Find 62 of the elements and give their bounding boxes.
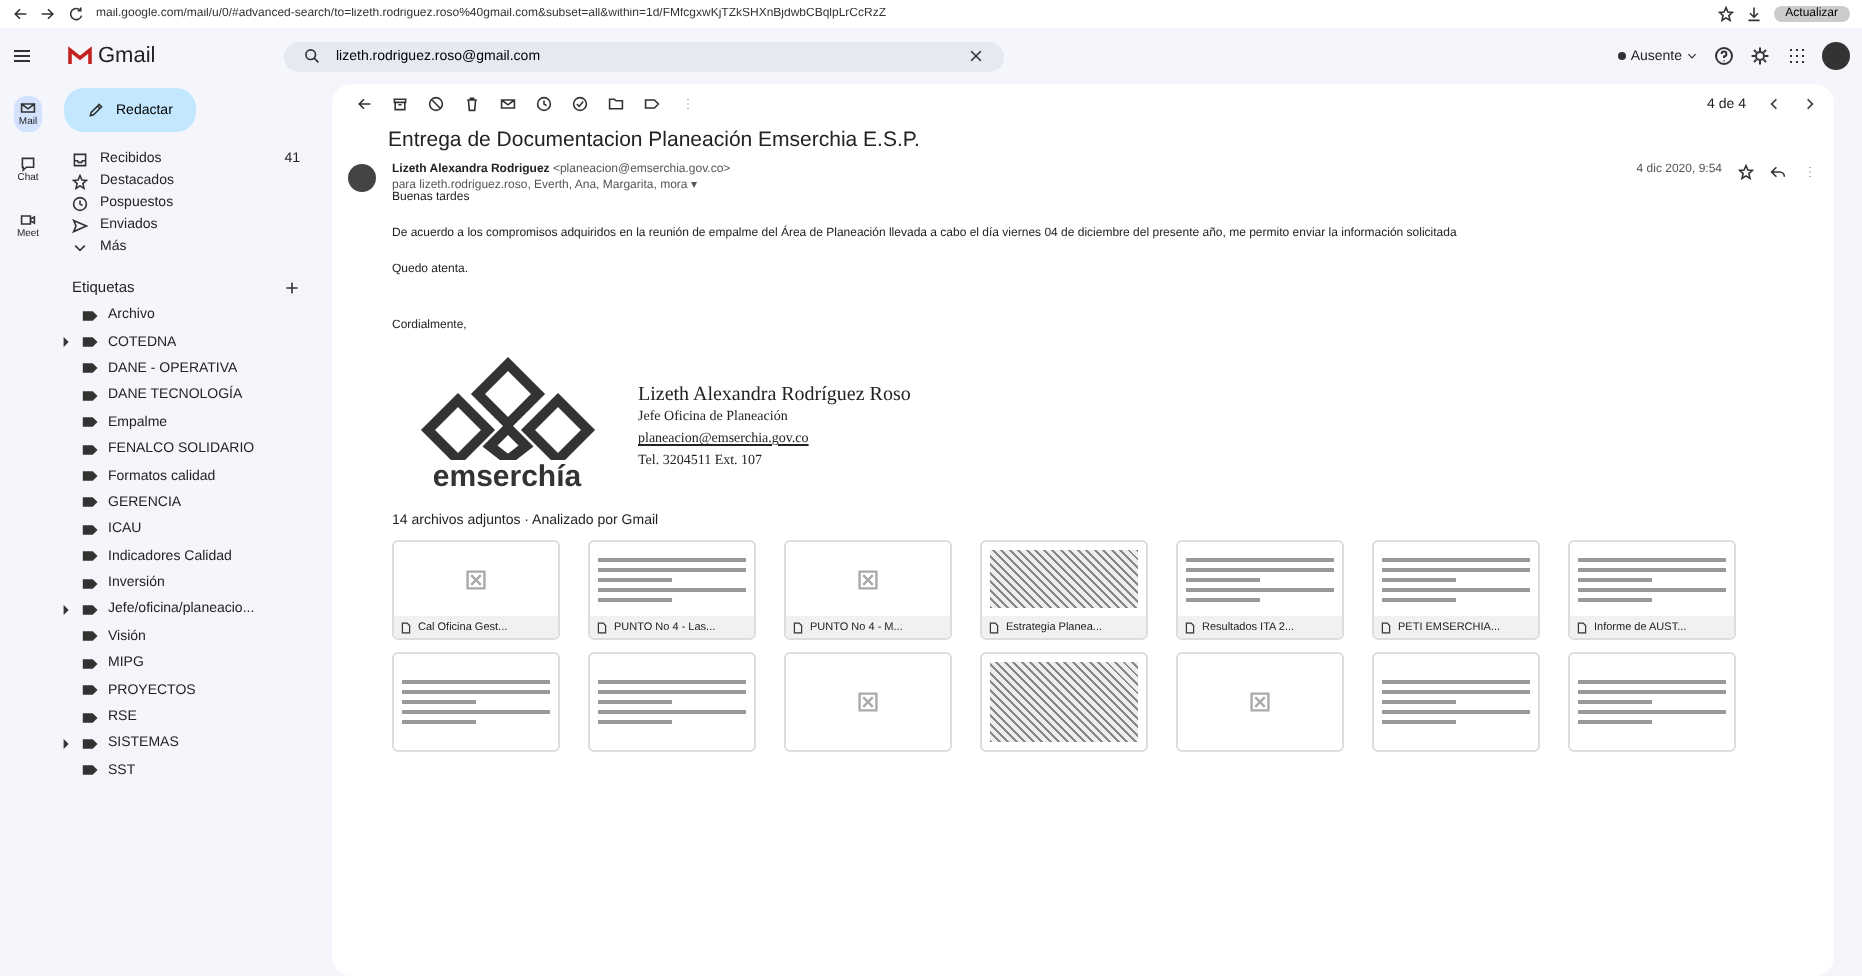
attachment-thumbnail[interactable] <box>392 652 560 752</box>
star-icon <box>72 173 88 189</box>
menu-icon[interactable] <box>12 46 32 66</box>
video-icon <box>20 212 36 228</box>
reload-icon[interactable] <box>68 6 84 22</box>
mail-icon[interactable] <box>500 96 516 112</box>
attachment-thumbnail[interactable] <box>1176 652 1344 752</box>
file-icon <box>400 621 412 633</box>
gmail-logo[interactable]: Gmail <box>98 44 156 68</box>
attachment-thumbnail[interactable] <box>1372 652 1540 752</box>
star-icon[interactable] <box>1717 6 1734 22</box>
folder-icon[interactable] <box>608 96 624 112</box>
mail-icon <box>19 100 36 116</box>
reply-icon[interactable] <box>1770 164 1786 180</box>
signature-name: Lizeth Alexandra Rodríguez Roso <box>638 384 911 406</box>
attachment-thumbnail[interactable] <box>1568 652 1736 752</box>
image-placeholder-icon <box>856 690 880 714</box>
image-placeholder-icon <box>1248 690 1272 714</box>
file-icon <box>1576 621 1588 633</box>
apps-icon[interactable] <box>1786 46 1806 66</box>
archive-icon[interactable] <box>392 96 408 112</box>
attachment-thumbnail[interactable] <box>784 652 952 752</box>
gmail-logo-icon[interactable] <box>68 46 92 66</box>
attachment-thumbnail[interactable] <box>588 652 756 752</box>
company-logo: emserchía <box>432 460 582 494</box>
inbox-icon <box>72 151 88 167</box>
report-icon[interactable] <box>428 96 444 112</box>
task-icon[interactable] <box>572 96 588 112</box>
file-icon <box>792 621 804 633</box>
help-icon[interactable] <box>1714 46 1734 66</box>
avatar-icon <box>348 164 376 192</box>
clock-icon[interactable] <box>536 96 552 112</box>
caret-icon[interactable] <box>60 737 72 750</box>
chevron-icon <box>72 239 88 255</box>
previous-icon[interactable] <box>1766 96 1782 112</box>
caret-icon[interactable] <box>60 336 72 349</box>
caret-icon[interactable] <box>60 603 72 616</box>
label-icon[interactable] <box>644 96 660 112</box>
file-icon <box>596 621 608 633</box>
next-icon[interactable] <box>1802 96 1818 112</box>
download-icon[interactable] <box>1745 6 1762 22</box>
chevron-icon <box>1686 50 1698 62</box>
pencil-icon <box>88 102 104 118</box>
file-icon <box>1184 621 1196 633</box>
back-icon[interactable] <box>12 6 28 22</box>
star-icon[interactable] <box>1738 164 1754 180</box>
close-icon[interactable] <box>968 48 984 64</box>
chat-icon <box>20 156 36 172</box>
send-icon <box>72 217 88 233</box>
image-placeholder-icon <box>464 567 488 591</box>
image-placeholder-icon <box>856 567 880 591</box>
delete-icon[interactable] <box>464 96 480 112</box>
avatar-icon[interactable] <box>1822 42 1850 70</box>
add-icon[interactable] <box>284 279 300 295</box>
file-icon <box>988 621 1000 633</box>
back-icon[interactable] <box>356 96 372 112</box>
file-icon <box>1380 621 1392 633</box>
subject: Entrega de Documentacion Planeación Emserchia E.S.P. <box>388 128 920 152</box>
search-icon[interactable] <box>304 48 320 64</box>
settings-icon[interactable] <box>1750 46 1770 66</box>
clock-icon <box>72 195 88 211</box>
forward-icon[interactable] <box>40 6 56 22</box>
